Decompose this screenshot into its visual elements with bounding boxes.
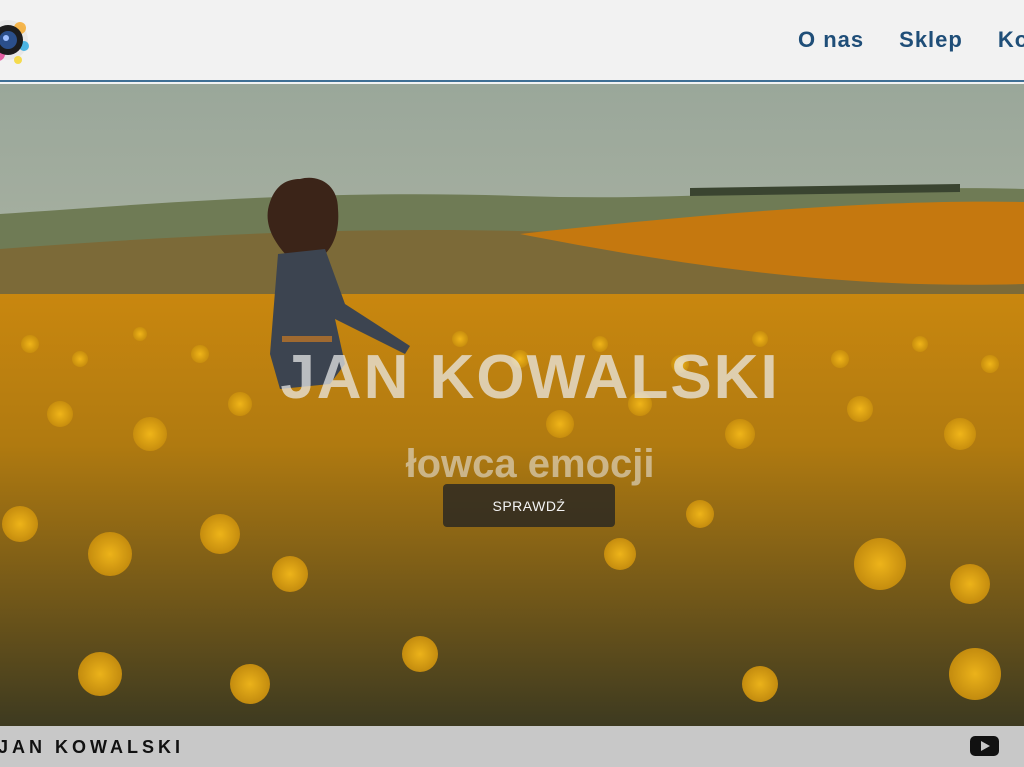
- hero-section: JAN KOWALSKI łowca emocji SPRAWDŹ: [0, 84, 1024, 726]
- nav-link-o-nas[interactable]: O nas: [798, 27, 864, 53]
- site-footer: JAN KOWALSKI: [0, 726, 1024, 767]
- nav-link-sklep[interactable]: Sklep: [899, 27, 963, 53]
- main-nav: O nas Sklep Ko: [798, 27, 1024, 53]
- hero-subtitle: łowca emocji: [405, 442, 655, 486]
- youtube-icon[interactable]: [970, 735, 999, 757]
- sprawdz-button[interactable]: SPRAWDŹ: [443, 484, 615, 527]
- hero-title: JAN KOWALSKI: [280, 343, 780, 412]
- footer-brand: JAN KOWALSKI: [0, 737, 185, 757]
- site-header: O nas Sklep Ko: [0, 0, 1024, 82]
- nav-link-kontakt[interactable]: Ko: [998, 27, 1024, 53]
- camera-lens-logo-icon[interactable]: [0, 10, 34, 70]
